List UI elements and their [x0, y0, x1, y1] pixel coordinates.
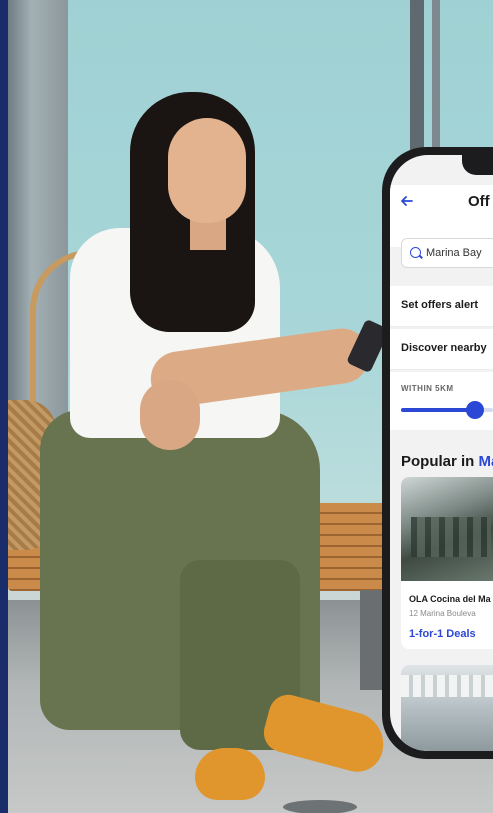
radius-slider-thumb[interactable]: [465, 401, 484, 419]
phone-screen: Off Marina Bay Set offers alert Discover…: [390, 155, 493, 751]
person-shoe-left: [195, 748, 265, 800]
person-face: [168, 118, 246, 223]
page-title: Off: [468, 193, 490, 210]
search-icon: [410, 247, 421, 258]
set-offers-alert-row[interactable]: Set offers alert: [390, 286, 493, 327]
arrow-left-icon: [401, 196, 413, 206]
search-value: Marina Bay: [426, 247, 482, 259]
office-photo: [401, 665, 493, 751]
popular-heading-location: Ma: [478, 453, 493, 470]
discover-nearby-label: Discover nearby: [401, 342, 487, 354]
person-hand: [140, 380, 200, 450]
offer-card[interactable]: [401, 665, 493, 751]
back-button[interactable]: [400, 191, 420, 211]
restaurant-photo: [401, 477, 493, 581]
radius-slider-fill: [401, 408, 475, 412]
offer-card-deal: 1-for-1 Deals: [409, 628, 476, 640]
offer-card-address: 12 Marina Bouleva: [409, 609, 476, 618]
brand-strip: [0, 0, 8, 813]
popular-heading-prefix: Popular in: [401, 453, 479, 470]
offer-card-name: OLA Cocina del Ma: [409, 594, 491, 604]
popular-heading: Popular in Ma: [401, 453, 493, 470]
discover-nearby-row[interactable]: Discover nearby: [390, 329, 493, 370]
floor-light: [283, 800, 357, 813]
bench-leg: [360, 590, 384, 690]
radius-label: WITHIN 5KM: [401, 384, 454, 393]
radius-filter: WITHIN 5KM: [390, 372, 493, 430]
search-input[interactable]: Marina Bay: [401, 238, 493, 268]
offer-card[interactable]: OLA Cocina del Ma 12 Marina Bouleva 1-fo…: [401, 477, 493, 649]
set-offers-alert-label: Set offers alert: [401, 299, 479, 311]
phone-notch: [462, 155, 493, 175]
